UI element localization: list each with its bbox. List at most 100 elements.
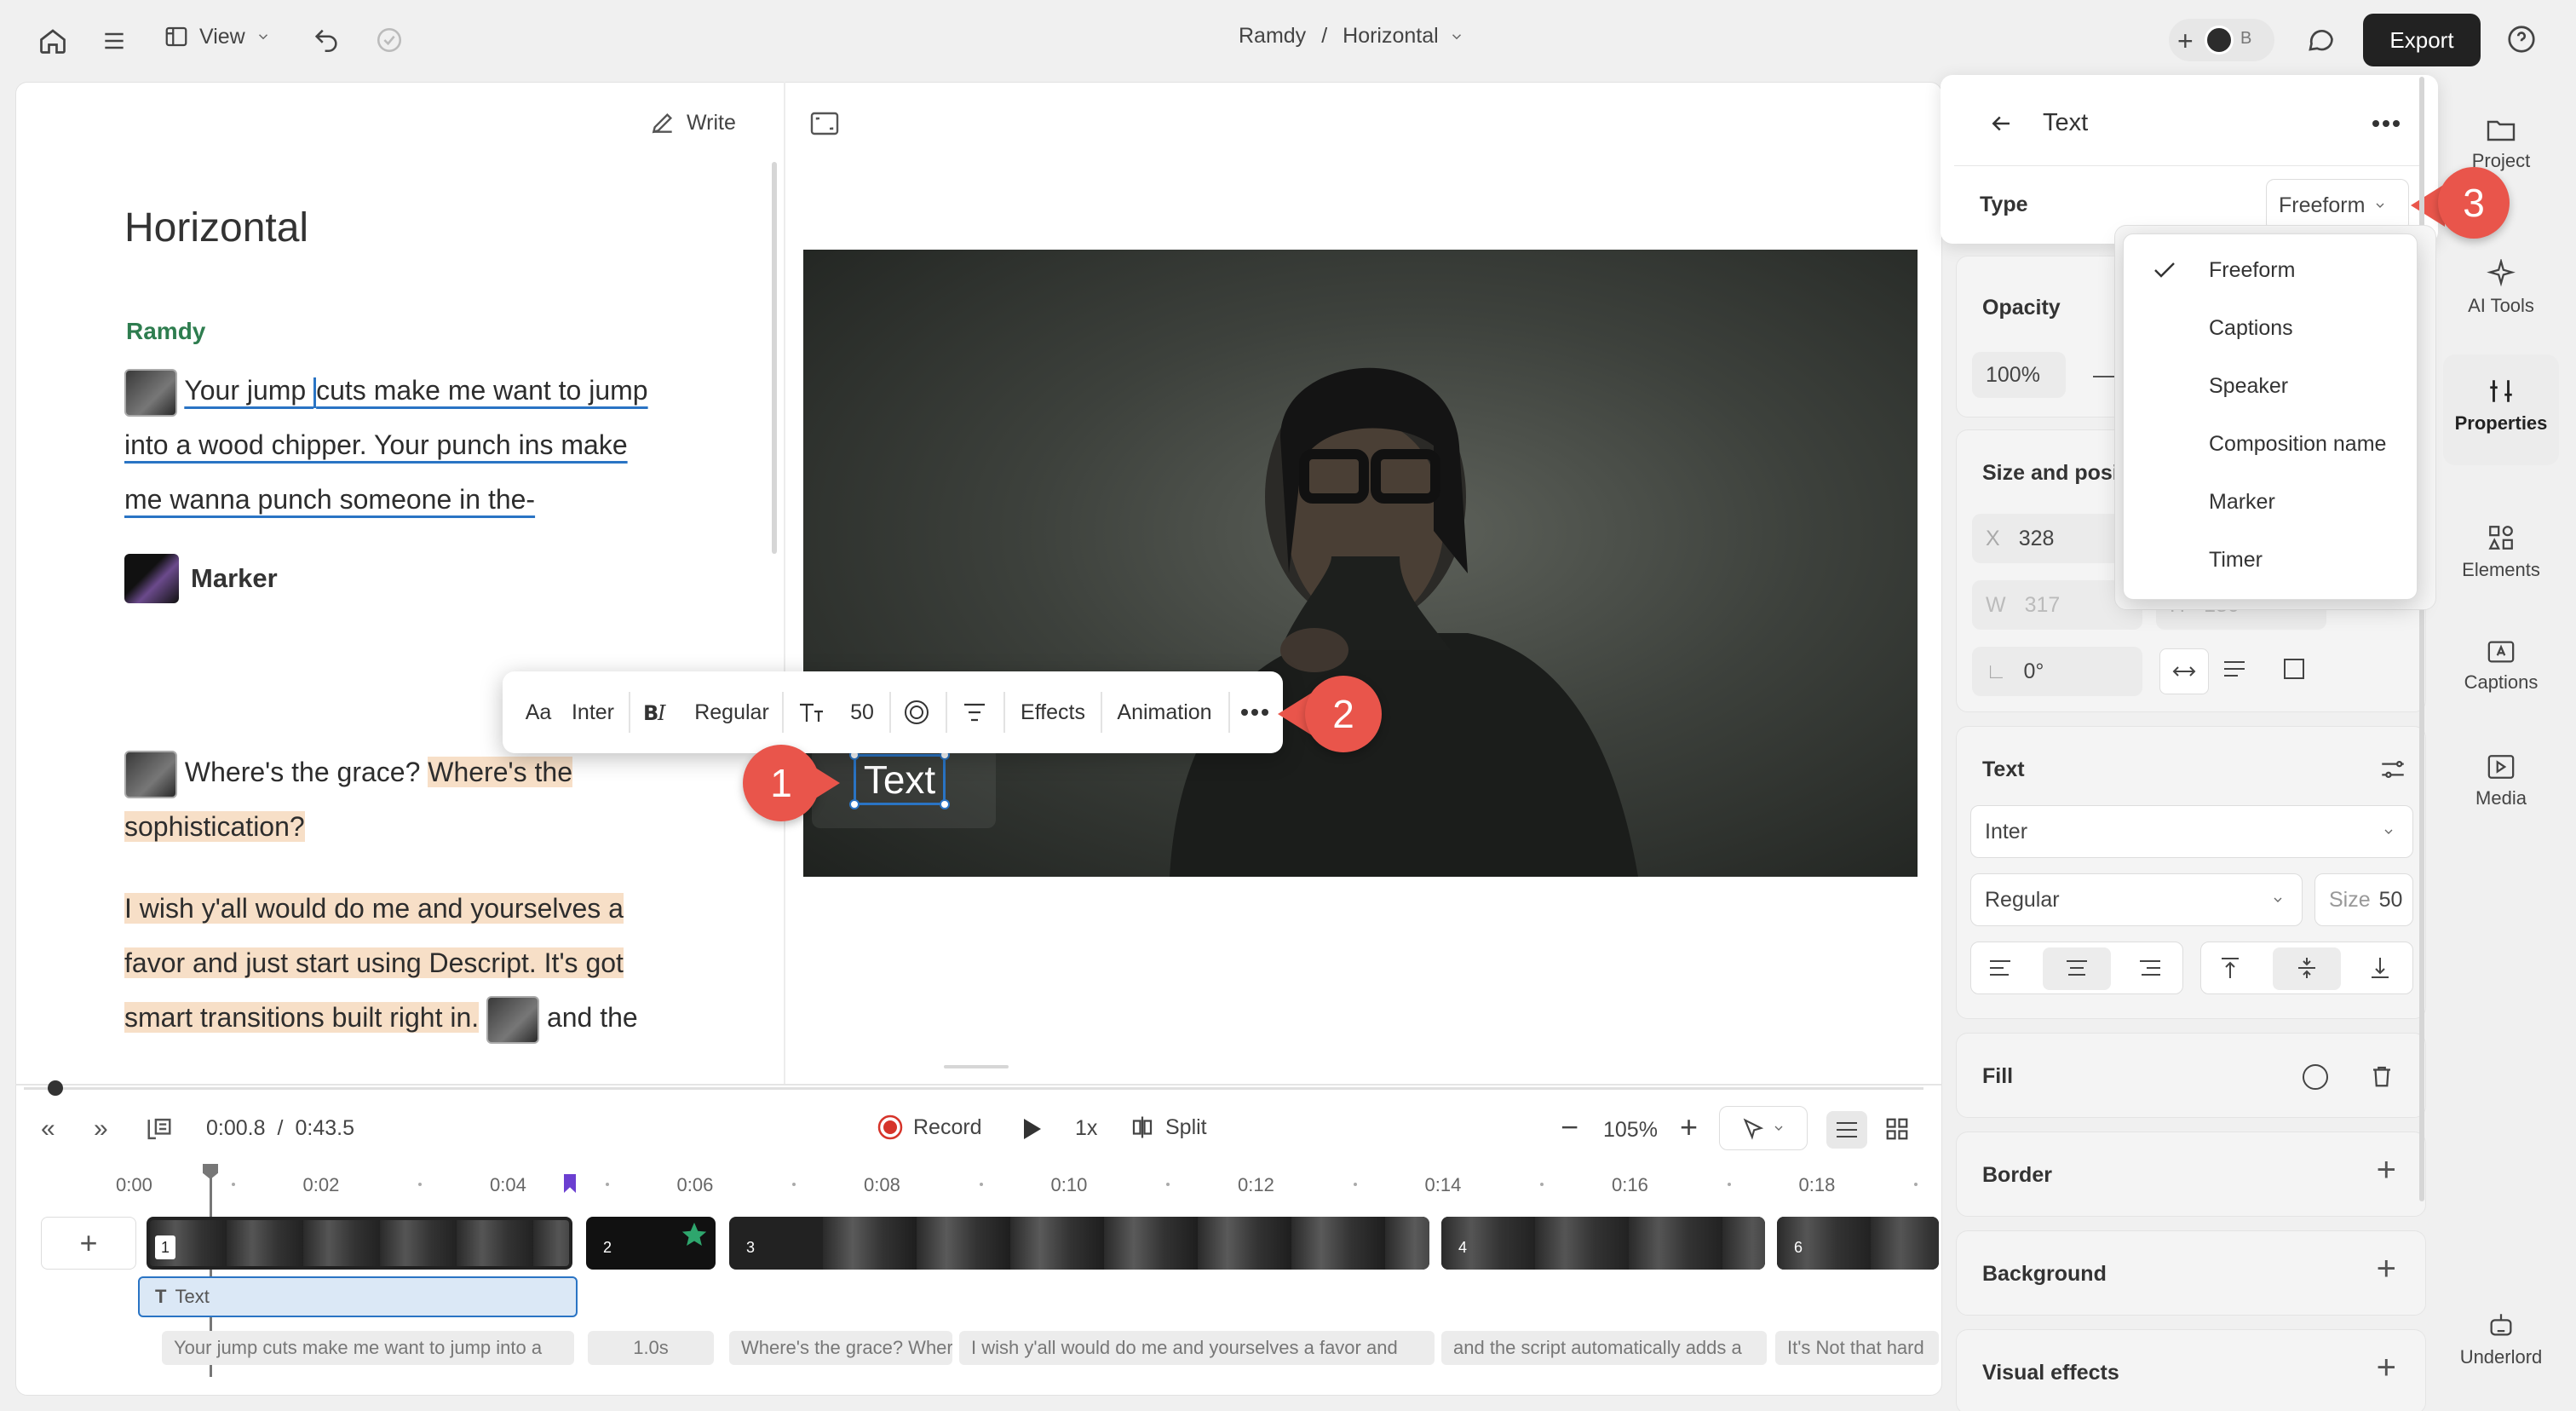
zoom-in-button[interactable]: + <box>1680 1109 1698 1145</box>
text-settings-icon[interactable] <box>2379 757 2406 781</box>
zoom-out-button[interactable]: − <box>1561 1109 1578 1145</box>
script-text[interactable]: sophistication? <box>124 811 305 842</box>
script-text[interactable]: Where's the grace? <box>185 757 428 787</box>
script-view-icon[interactable] <box>1826 1111 1867 1149</box>
scene-clip-4[interactable]: 4 <box>1441 1217 1765 1270</box>
comment-icon[interactable] <box>2305 24 2336 55</box>
skip-back-icon[interactable]: « <box>41 1114 55 1143</box>
speaker-label[interactable]: Ramdy <box>126 318 205 345</box>
type-option-freeform[interactable]: Freeform <box>2209 258 2295 283</box>
composition-name[interactable]: Horizontal <box>1343 24 1439 49</box>
grid-view-icon[interactable] <box>1884 1116 1910 1142</box>
align-middle-icon[interactable] <box>2295 956 2319 984</box>
canvas-text[interactable]: Text <box>856 755 943 804</box>
align-bottom-icon[interactable] <box>2368 956 2392 984</box>
script-text[interactable]: Your jump <box>184 375 313 406</box>
type-option-captions[interactable]: Captions <box>2209 316 2293 341</box>
type-select[interactable]: Freeform <box>2266 179 2409 232</box>
text-layer-clip[interactable]: T Text <box>138 1276 578 1317</box>
x-value[interactable]: 328 <box>2019 527 2055 551</box>
scene-clip-1[interactable]: 1 <box>147 1217 572 1270</box>
export-button[interactable]: Export <box>2363 14 2481 66</box>
align-right-icon[interactable] <box>2138 958 2162 982</box>
more-options-icon[interactable] <box>2372 119 2401 128</box>
skip-forward-icon[interactable]: » <box>94 1114 108 1143</box>
sidebar-item-underlord[interactable]: Underlord <box>2443 1310 2559 1368</box>
caption-segment[interactable]: Where's the grace? Where's the <box>729 1331 952 1365</box>
font-family-select[interactable]: Inter <box>1970 805 2413 858</box>
pane-divider[interactable] <box>784 82 785 1084</box>
script-text[interactable]: I wish y'all would do me and yourselves … <box>124 893 624 924</box>
write-button[interactable]: Write <box>649 109 736 136</box>
pointer-tool[interactable] <box>1719 1106 1808 1150</box>
caption-segment[interactable]: It's Not that hard <box>1775 1331 1939 1365</box>
fit-canvas-icon[interactable] <box>809 111 840 136</box>
sidebar-item-media[interactable]: Media <box>2443 753 2559 809</box>
back-arrow-icon[interactable] <box>1988 111 2014 136</box>
script-paragraph-2[interactable]: Where's the grace? Where's the sophistic… <box>124 745 721 854</box>
chapters-icon[interactable] <box>145 1116 174 1142</box>
sidebar-item-properties[interactable]: Properties <box>2443 377 2559 435</box>
script-text[interactable]: favor and just start using Descript. It'… <box>124 947 624 978</box>
playback-speed[interactable]: 1x <box>1075 1116 1097 1141</box>
add-track-button[interactable]: + <box>41 1217 136 1270</box>
fill-color-swatch[interactable] <box>2303 1064 2328 1090</box>
bold-italic-icon[interactable]: BI <box>639 692 676 733</box>
font-weight-button[interactable]: Regular <box>692 692 772 733</box>
font-size-value[interactable]: 50 <box>845 692 879 733</box>
type-option-composition-name[interactable]: Composition name <box>2209 432 2386 457</box>
resize-handle[interactable] <box>940 799 950 809</box>
align-left-icon[interactable] <box>1988 958 2012 982</box>
scrub-bar[interactable] <box>24 1087 1923 1090</box>
w-value[interactable]: 317 <box>2025 593 2061 618</box>
sidebar-item-ai-tools[interactable]: AI Tools <box>2443 259 2559 317</box>
timeline-divider[interactable] <box>15 1084 1942 1086</box>
composition-title[interactable]: Horizontal <box>124 204 308 251</box>
more-options-icon[interactable] <box>1235 692 1274 733</box>
sidebar-item-project[interactable]: Project <box>2443 116 2559 172</box>
type-option-speaker[interactable]: Speaker <box>2209 374 2288 399</box>
script-text[interactable]: into a wood chipper. Your punch ins make <box>124 429 628 460</box>
font-weight-select[interactable]: Regular <box>1970 873 2303 926</box>
rotation-field[interactable]: ∟ 0° <box>1972 647 2142 696</box>
help-icon[interactable] <box>2506 24 2537 55</box>
caption-segment[interactable]: I wish y'all would do me and yourselves … <box>959 1331 1435 1365</box>
record-button[interactable]: Record <box>877 1114 982 1140</box>
add-border-icon[interactable]: + <box>2377 1151 2396 1189</box>
script-text[interactable]: me wanna punch someone in the- <box>124 484 535 515</box>
trash-icon[interactable] <box>2369 1063 2395 1090</box>
zoom-level[interactable]: 105% <box>1603 1118 1658 1143</box>
collaborators[interactable]: + B <box>2169 19 2274 61</box>
script-paragraph-3[interactable]: I wish y'all would do me and yourselves … <box>124 881 738 1045</box>
animation-button[interactable]: Animation <box>1109 692 1220 733</box>
add-background-icon[interactable]: + <box>2377 1250 2396 1288</box>
script-text[interactable]: smart transitions built right in. <box>124 1002 480 1033</box>
split-button[interactable]: Split <box>1130 1114 1207 1140</box>
script-scrollbar[interactable] <box>772 162 777 554</box>
script-text[interactable]: cuts make me want to jump <box>316 375 647 406</box>
home-icon[interactable] <box>37 26 68 56</box>
view-menu[interactable]: View <box>164 24 271 49</box>
scene-clip-3[interactable]: 3 <box>729 1217 1429 1270</box>
rotation-value[interactable]: 0° <box>2023 659 2044 684</box>
chevron-down-icon[interactable] <box>1449 29 1464 44</box>
menu-icon[interactable] <box>101 27 128 55</box>
play-icon[interactable] <box>1021 1116 1044 1142</box>
align-top-icon[interactable] <box>2218 956 2242 984</box>
script-editor[interactable]: Horizontal <box>124 204 308 251</box>
font-button[interactable]: Inter <box>569 692 617 733</box>
type-option-timer[interactable]: Timer <box>2209 548 2263 573</box>
script-text[interactable]: Where's the <box>428 757 572 787</box>
scene-clip-2[interactable]: 2 <box>586 1217 716 1270</box>
text-style-button[interactable]: Aa <box>520 692 557 733</box>
sidebar-item-captions[interactable]: Captions <box>2443 639 2559 694</box>
caption-segment[interactable]: and the script automatically adds a <box>1441 1331 1767 1365</box>
caption-segment[interactable]: Your jump cuts make me want to jump into… <box>162 1331 574 1365</box>
opacity-input[interactable]: 100% <box>1972 352 2066 398</box>
script-text[interactable]: and the <box>539 1002 638 1033</box>
scene-clip-6[interactable]: 6 <box>1777 1217 1939 1270</box>
gap-segment[interactable]: 1.0s <box>588 1331 714 1365</box>
font-size-field[interactable]: Size 50 <box>2314 873 2413 926</box>
marker-item[interactable]: Marker <box>124 554 278 603</box>
effects-button[interactable]: Effects <box>1014 692 1092 733</box>
